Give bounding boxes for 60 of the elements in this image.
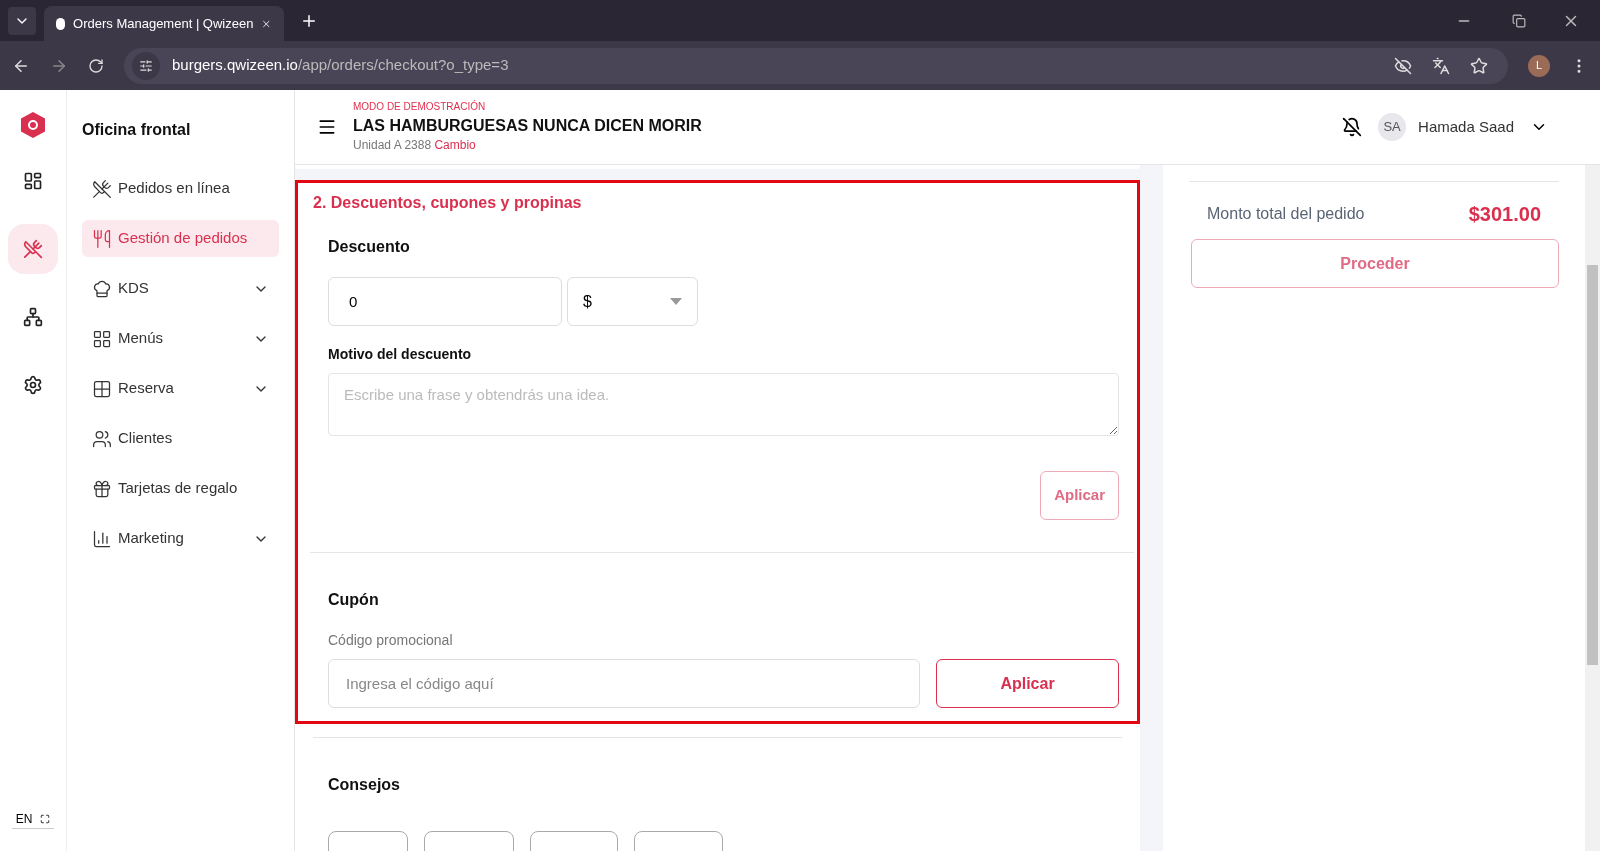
sidebar-item[interactable]: Pedidos en línea bbox=[82, 170, 279, 207]
user-avatar[interactable]: SA bbox=[1378, 113, 1407, 141]
address-bar[interactable]: burgers.qwizeen.io/app/orders/checkout?o_type=3 bbox=[124, 47, 1508, 84]
reason-field[interactable]: Escribe una frase y obtendrás una idea. bbox=[328, 373, 1119, 436]
url-text: burgers.qwizeen.io/app/orders/checkout?o_type=3 bbox=[172, 55, 509, 76]
tips-heading: Consejos bbox=[328, 775, 401, 795]
scrollbar[interactable] bbox=[1585, 165, 1600, 851]
eye-off-icon[interactable] bbox=[1394, 56, 1412, 75]
sidebar-item[interactable]: Reserva bbox=[82, 370, 279, 407]
unit-label: Unidad A 2388 Cambio bbox=[353, 137, 477, 153]
users-icon bbox=[92, 428, 112, 449]
menu-icon[interactable] bbox=[317, 117, 337, 137]
sidebar-item[interactable]: Clientes bbox=[82, 420, 279, 457]
network-icon bbox=[23, 307, 43, 327]
discount-type-select[interactable]: $ bbox=[567, 277, 698, 326]
sidebar-item[interactable]: Gestión de pedidos bbox=[82, 220, 279, 257]
tab-list-button[interactable] bbox=[8, 6, 36, 35]
grid-icon bbox=[92, 328, 112, 349]
restaurant-name: LAS HAMBURGUESAS NUNCA DICEN MORIR bbox=[353, 115, 703, 136]
section-title: 2. Descuentos, cupones y propinas bbox=[313, 193, 583, 213]
site-favicon-icon bbox=[56, 17, 66, 30]
reason-label: Motivo del descuento bbox=[328, 345, 473, 364]
gift-icon bbox=[92, 478, 112, 499]
translate-icon[interactable] bbox=[1432, 56, 1450, 75]
site-info-icon[interactable] bbox=[132, 51, 160, 80]
apply-coupon-button[interactable]: Aplicar bbox=[936, 659, 1119, 708]
expand-icon bbox=[40, 814, 51, 824]
browser-tab[interactable]: Orders Management | Qwizeen bbox=[44, 6, 284, 41]
table-icon bbox=[92, 378, 112, 399]
bell-off-icon[interactable] bbox=[1342, 117, 1363, 137]
caret-icon bbox=[670, 298, 682, 305]
chef-hat-icon bbox=[92, 278, 112, 299]
fork-knife-icon bbox=[92, 178, 112, 199]
sidebar-item[interactable]: KDS bbox=[82, 270, 279, 307]
fork-knife-icon bbox=[23, 239, 43, 259]
coupon-heading: Cupón bbox=[328, 590, 380, 610]
app-logo-icon[interactable] bbox=[21, 112, 45, 138]
user-name[interactable]: Hamada Saad bbox=[1418, 115, 1514, 139]
dashboard-icon bbox=[23, 171, 43, 191]
discount-heading: Descuento bbox=[328, 237, 411, 257]
promo-code-label: Código promocional bbox=[328, 631, 454, 650]
change-link[interactable]: Cambio bbox=[434, 137, 476, 152]
order-total-amount: $301.00 bbox=[1468, 202, 1541, 227]
sidebar-item[interactable]: Tarjetas de regalo bbox=[82, 470, 279, 507]
discount-amount-field[interactable]: 0 bbox=[328, 277, 562, 326]
utensils-icon bbox=[92, 228, 112, 249]
settings-icon bbox=[23, 375, 43, 395]
bookmark-star-icon[interactable] bbox=[1470, 56, 1488, 75]
reload-icon[interactable] bbox=[88, 57, 104, 74]
demo-mode-label: MODO DE DEMOSTRACIÓN bbox=[353, 101, 487, 114]
bar-chart-icon bbox=[92, 528, 112, 549]
sidebar-item[interactable]: Marketing bbox=[82, 520, 279, 557]
language-switcher[interactable]: EN bbox=[11, 810, 55, 829]
sidebar-title: Oficina frontal bbox=[82, 120, 192, 140]
promo-code-field[interactable]: Ingresa el código aquí bbox=[328, 659, 920, 708]
tab-title: Orders Management | Qwizeen bbox=[73, 14, 254, 33]
restore-icon[interactable] bbox=[1512, 13, 1526, 28]
profile-avatar[interactable]: L bbox=[1528, 54, 1550, 77]
order-total-label: Monto total del pedido bbox=[1207, 204, 1365, 224]
sidebar-item[interactable]: Menús bbox=[82, 320, 279, 357]
